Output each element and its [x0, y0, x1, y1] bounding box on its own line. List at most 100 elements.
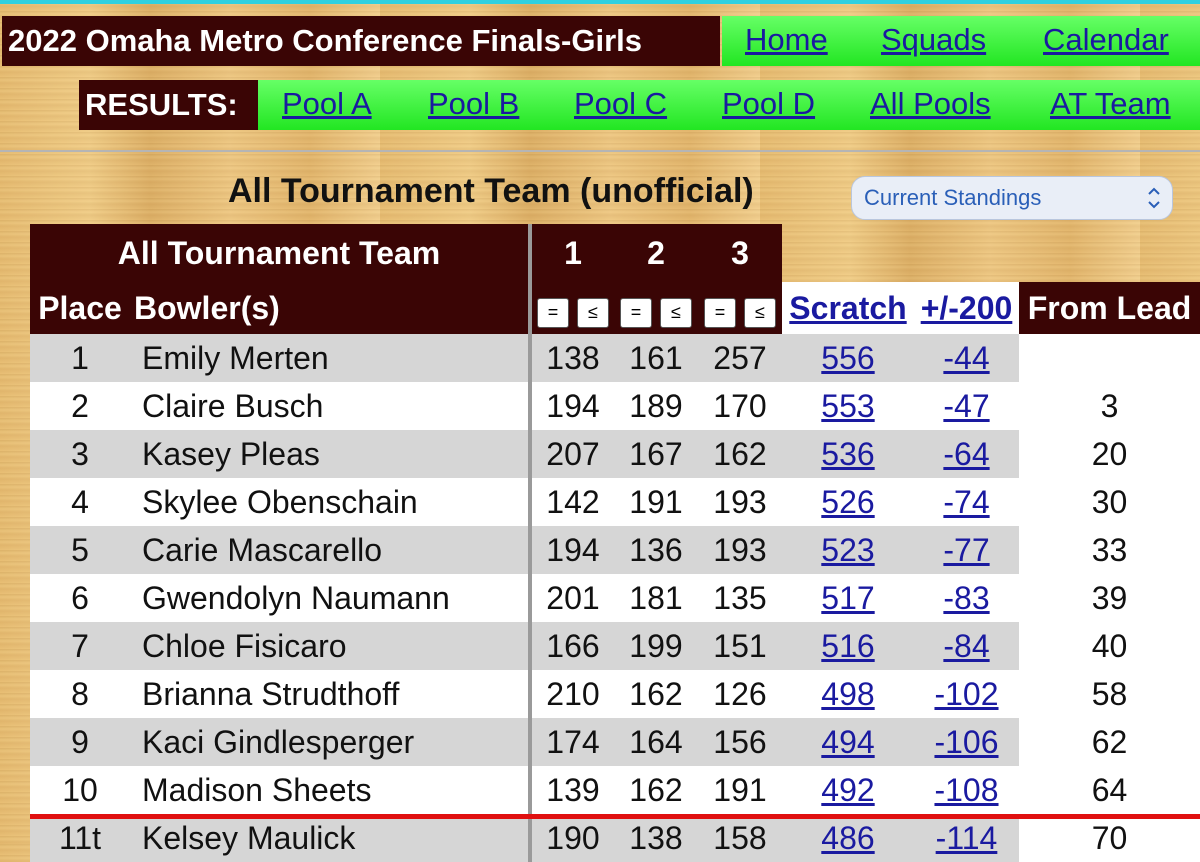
plusminus-link[interactable]: -74 — [943, 484, 989, 520]
game-1-score: 190 — [530, 814, 614, 862]
table-row: 9 Kaci Gindlesperger 174 164 156 494 -106 62 — [30, 718, 1200, 766]
standings-select-value: Current Standings — [864, 185, 1042, 210]
scratch-link[interactable]: 517 — [821, 580, 874, 616]
game-3-sort-equal-button[interactable]: = — [704, 297, 736, 328]
game-3-score: 162 — [698, 430, 782, 478]
place-header: Place — [30, 282, 130, 334]
game-1-score: 139 — [530, 766, 614, 814]
game-2-score: 162 — [614, 766, 698, 814]
plusminus-link[interactable]: -102 — [934, 676, 998, 712]
plusminus-cell: -64 — [914, 430, 1019, 478]
game-3-header: 3 — [698, 224, 782, 282]
game-2-score: 189 — [614, 382, 698, 430]
scratch-link[interactable]: 526 — [821, 484, 874, 520]
plusminus-link[interactable]: -84 — [943, 628, 989, 664]
plusminus-cell: -102 — [914, 670, 1019, 718]
scratch-cell: 523 — [782, 526, 914, 574]
from-lead-cell: 39 — [1019, 574, 1200, 622]
results-label: RESULTS: — [79, 80, 259, 130]
game-3-score: 156 — [698, 718, 782, 766]
plusminus-link[interactable]: -64 — [943, 436, 989, 472]
place-cell: 4 — [30, 478, 130, 526]
results-nav-bar: Pool A Pool B Pool C Pool D All Pools AT… — [258, 80, 1200, 130]
scratch-link[interactable]: 556 — [821, 340, 874, 376]
game-2-sort-le-button[interactable]: ≤ — [660, 297, 692, 328]
plusminus-link[interactable]: -106 — [934, 724, 998, 760]
from-lead-cell: 64 — [1019, 766, 1200, 814]
game-2-score: 164 — [614, 718, 698, 766]
scratch-cell: 492 — [782, 766, 914, 814]
results-pool-b-link[interactable]: Pool B — [428, 86, 519, 122]
scratch-link[interactable]: 553 — [821, 388, 874, 424]
plusminus-link[interactable]: -108 — [934, 772, 998, 808]
bowler-name: Kasey Pleas — [130, 430, 532, 478]
scratch-link[interactable]: 516 — [821, 628, 874, 664]
game-1-score: 138 — [530, 334, 614, 382]
game-2-score: 138 — [614, 814, 698, 862]
tournament-title: 2022 Omaha Metro Conference Finals-Girls — [2, 16, 720, 66]
plusminus-cell: -108 — [914, 766, 1019, 814]
scratch-link[interactable]: 498 — [821, 676, 874, 712]
scratch-link[interactable]: 523 — [821, 532, 874, 568]
table-row: 7 Chloe Fisicaro 166 199 151 516 -84 40 — [30, 622, 1200, 670]
from-lead-cell: 20 — [1019, 430, 1200, 478]
scratch-link[interactable]: 536 — [821, 436, 874, 472]
place-cell: 8 — [30, 670, 130, 718]
table-row: 8 Brianna Strudthoff 210 162 126 498 -102 58 — [30, 670, 1200, 718]
bowler-name: Skylee Obenschain — [130, 478, 532, 526]
plusminus-link[interactable]: -77 — [943, 532, 989, 568]
bowler-name: Chloe Fisicaro — [130, 622, 532, 670]
standings-select[interactable]: Current Standings — [851, 176, 1173, 220]
game-1-sort-equal-button[interactable]: = — [537, 297, 569, 328]
results-pool-c-link[interactable]: Pool C — [574, 86, 667, 122]
top-accent-line — [0, 0, 1200, 4]
table-row: 1 Emily Merten 138 161 257 556 -44 — [30, 334, 1200, 382]
bowler-name: Kaci Gindlesperger — [130, 718, 532, 766]
plusminus-header: +/-200 — [914, 282, 1019, 334]
scratch-cell: 553 — [782, 382, 914, 430]
nav-home-link[interactable]: Home — [745, 22, 828, 58]
bowler-name: Carie Mascarello — [130, 526, 532, 574]
table-row: 4 Skylee Obenschain 142 191 193 526 -74 30 — [30, 478, 1200, 526]
plusminus-sort-link[interactable]: +/-200 — [921, 290, 1013, 326]
bowler-name: Claire Busch — [130, 382, 532, 430]
game-3-score: 158 — [698, 814, 782, 862]
nav-squads-link[interactable]: Squads — [881, 22, 986, 58]
game-2-sort-equal-button[interactable]: = — [620, 297, 652, 328]
cutoff-line — [30, 814, 1200, 819]
nav-calendar-link[interactable]: Calendar — [1043, 22, 1169, 58]
plusminus-cell: -106 — [914, 718, 1019, 766]
plusminus-link[interactable]: -44 — [943, 340, 989, 376]
place-cell: 9 — [30, 718, 130, 766]
results-table: All Tournament Team 1 2 3 Place Bowler(s… — [30, 224, 1200, 862]
from-lead-cell — [1019, 334, 1200, 382]
scratch-sort-link[interactable]: Scratch — [789, 290, 906, 326]
table-row: 6 Gwendolyn Naumann 201 181 135 517 -83 39 — [30, 574, 1200, 622]
from-lead-cell: 62 — [1019, 718, 1200, 766]
results-pool-d-link[interactable]: Pool D — [722, 86, 815, 122]
scratch-link[interactable]: 494 — [821, 724, 874, 760]
game-2-score: 167 — [614, 430, 698, 478]
game-3-sort-le-button[interactable]: ≤ — [744, 297, 776, 328]
plusminus-link[interactable]: -83 — [943, 580, 989, 616]
scratch-link[interactable]: 486 — [821, 820, 874, 856]
header-divider — [0, 150, 1200, 152]
plusminus-link[interactable]: -114 — [936, 820, 998, 856]
results-pool-a-link[interactable]: Pool A — [282, 86, 372, 122]
game-1-sort-cell: = ≤ — [530, 282, 614, 334]
from-lead-cell: 33 — [1019, 526, 1200, 574]
game-1-score: 174 — [530, 718, 614, 766]
game-1-sort-le-button[interactable]: ≤ — [577, 297, 609, 328]
scratch-link[interactable]: 492 — [821, 772, 874, 808]
table-row: 10 Madison Sheets 139 162 191 492 -108 64 — [30, 766, 1200, 814]
results-at-team-link[interactable]: AT Team — [1050, 86, 1171, 122]
game-3-score: 151 — [698, 622, 782, 670]
results-all-pools-link[interactable]: All Pools — [870, 86, 991, 122]
plusminus-cell: -44 — [914, 334, 1019, 382]
game-2-sort-cell: = ≤ — [614, 282, 698, 334]
plusminus-link[interactable]: -47 — [943, 388, 989, 424]
table-row: 5 Carie Mascarello 194 136 193 523 -77 33 — [30, 526, 1200, 574]
group-header: All Tournament Team — [30, 224, 532, 282]
bowler-name: Brianna Strudthoff — [130, 670, 532, 718]
game-3-score: 257 — [698, 334, 782, 382]
